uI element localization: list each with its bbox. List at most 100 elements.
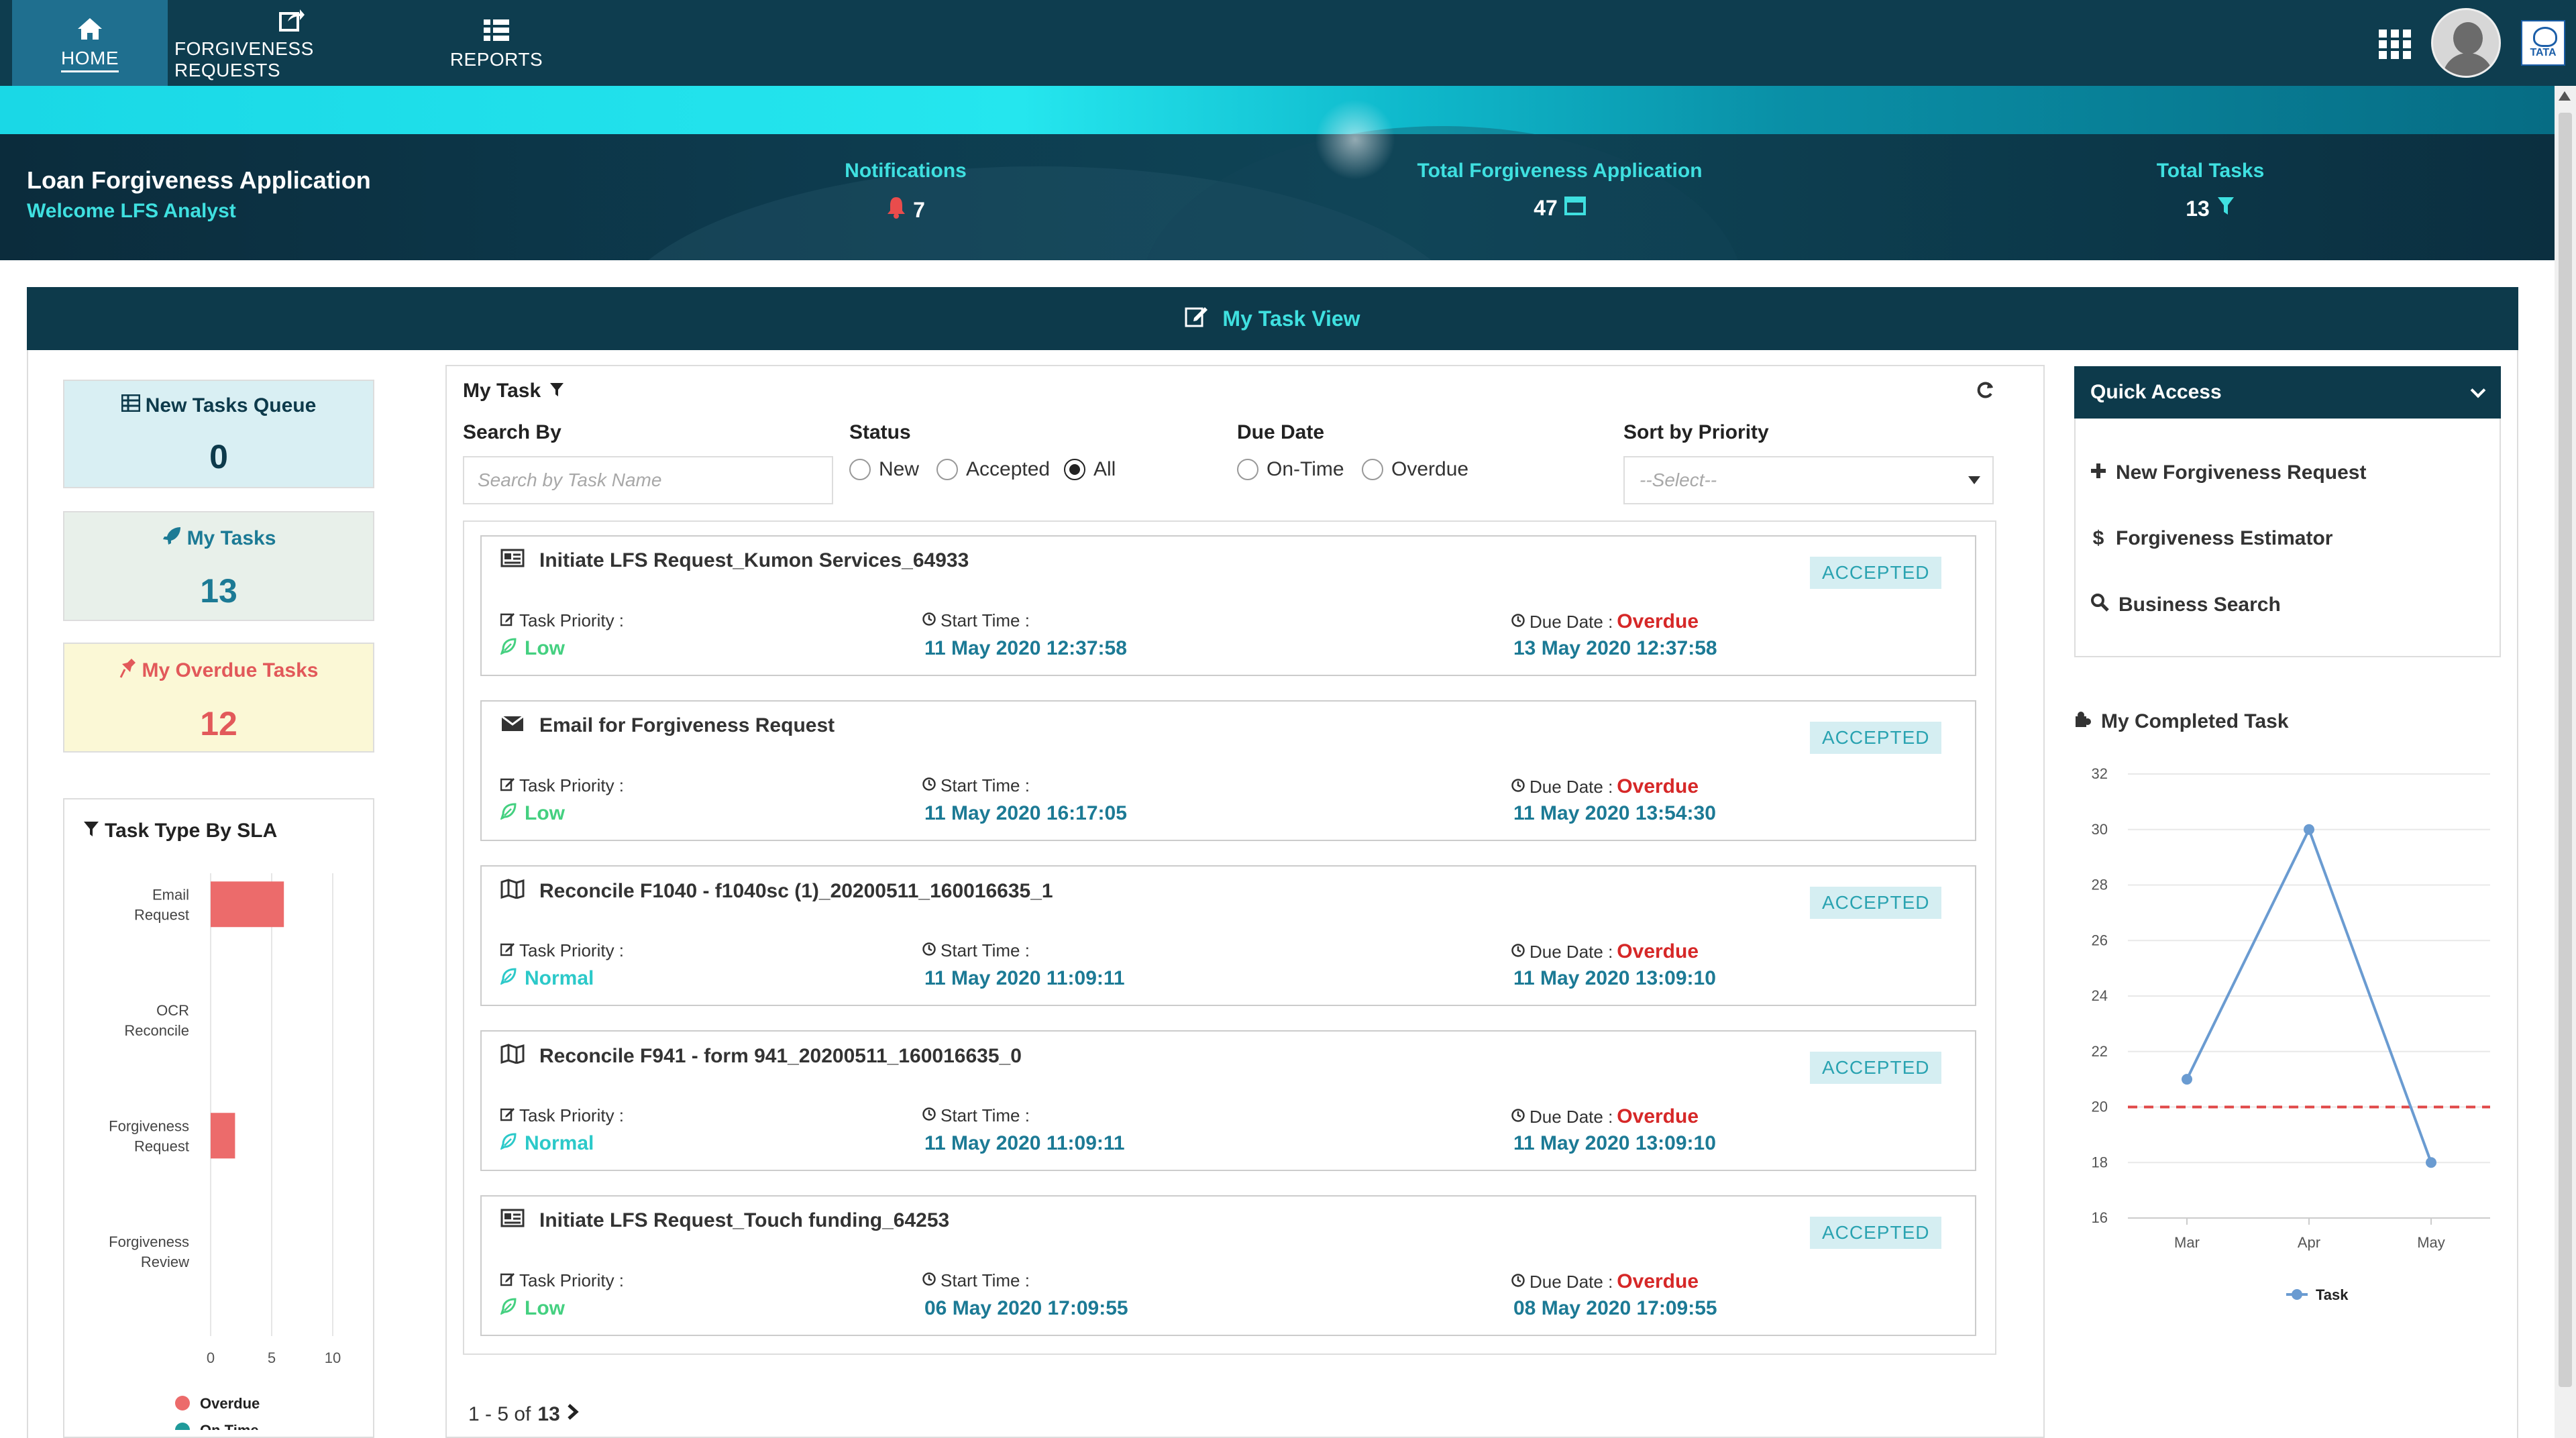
- chevron-down-icon: [1968, 476, 1980, 484]
- new-tasks-queue-value: 0: [209, 438, 228, 476]
- task-view-title: My Task View: [1222, 306, 1360, 331]
- task-card[interactable]: Initiate LFS Request_Kumon Services_6493…: [480, 535, 1976, 676]
- quick-link-forgiveness-estimator[interactable]: $ Forgiveness Estimator: [2090, 527, 2333, 550]
- envelope-icon: [500, 714, 525, 738]
- due-radio-ontime[interactable]: On-Time: [1237, 456, 1344, 483]
- sla-legend-marker: [175, 1396, 190, 1411]
- new-tasks-queue-card[interactable]: New Tasks Queue 0: [63, 380, 374, 488]
- clock-icon: [1511, 777, 1525, 797]
- clock-icon: [922, 940, 936, 961]
- leaf-icon: [500, 802, 518, 825]
- nav-home[interactable]: HOME: [12, 0, 168, 86]
- window-icon: [1564, 196, 1586, 221]
- stat-notifications-label: Notifications: [845, 160, 967, 182]
- task-title[interactable]: Initiate LFS Request_Touch funding_64253: [500, 1209, 949, 1233]
- leaf-icon: [500, 967, 518, 990]
- edit-icon: [500, 1105, 515, 1126]
- task-due-date: 11 May 2020 13:09:10: [1513, 1132, 1716, 1154]
- task-priority-text: Normal: [525, 1132, 594, 1154]
- leaf-icon: [500, 1297, 518, 1320]
- task-title[interactable]: Reconcile F941 - form 941_20200511_16001…: [500, 1044, 1022, 1069]
- stat-notifications[interactable]: Notifications 7: [832, 160, 979, 224]
- quick-access-header[interactable]: Quick Access: [2074, 366, 2501, 419]
- status-radio-all-label: All: [1093, 458, 1116, 480]
- ct-y-tick: 24: [2092, 987, 2108, 1004]
- stat-total-applications[interactable]: Total Forgiveness Application 47: [1395, 160, 1724, 221]
- filter-icon: [2216, 196, 2235, 221]
- clock-icon: [922, 775, 936, 796]
- sla-bar-overdue: [211, 1113, 235, 1159]
- leaf-icon: [500, 1132, 518, 1155]
- task-due-date: 13 May 2020 12:37:58: [1513, 637, 1717, 659]
- task-priority-value: Low: [500, 802, 565, 825]
- task-due-status: Overdue: [1617, 1105, 1699, 1127]
- task-card[interactable]: Email for Forgiveness Request ACCEPTED Tas…: [480, 700, 1976, 841]
- scrollbar-thumb[interactable]: [2559, 113, 2572, 1387]
- ct-y-tick: 30: [2092, 821, 2108, 838]
- search-input[interactable]: [463, 456, 833, 504]
- sla-category-label: Request: [134, 906, 189, 923]
- task-priority-label-text: Task Priority :: [519, 775, 625, 795]
- avatar[interactable]: [2431, 8, 2501, 78]
- task-card[interactable]: Reconcile F941 - form 941_20200511_16001…: [480, 1030, 1976, 1171]
- top-nav: HOME FORGIVENESS REQUESTS REPORTS TATA: [0, 0, 2576, 86]
- task-start-label-text: Start Time :: [941, 1105, 1030, 1125]
- pager-range: 1 - 5 of: [468, 1403, 531, 1425]
- status-radio-new[interactable]: New: [849, 456, 919, 483]
- ct-x-tick: Mar: [2174, 1234, 2200, 1251]
- table-icon: [121, 394, 141, 417]
- apps-grid-icon[interactable]: [2379, 30, 2411, 59]
- task-title[interactable]: Email for Forgiveness Request: [500, 714, 835, 738]
- task-due-label-text: Due Date :: [1529, 941, 1613, 962]
- nav-home-label: HOME: [61, 48, 119, 72]
- task-priority-value: Low: [500, 637, 565, 660]
- chevron-right-icon[interactable]: [567, 1403, 579, 1426]
- due-radio-overdue-label: Overdue: [1391, 458, 1469, 480]
- task-start-label: Start Time :: [922, 775, 1030, 796]
- task-priority-text: Low: [525, 637, 565, 659]
- filter-icon[interactable]: [549, 380, 564, 403]
- task-view-header: My Task View: [27, 287, 2518, 350]
- status-radio-accepted[interactable]: Accepted: [936, 456, 1050, 483]
- stat-total-tasks[interactable]: Total Tasks 13: [2133, 160, 2288, 221]
- my-overdue-tasks-value: 12: [200, 705, 237, 742]
- ct-x-tick: Apr: [2298, 1234, 2320, 1251]
- sort-priority-label: Sort by Priority: [1623, 421, 1769, 443]
- status-radio-all[interactable]: All: [1064, 456, 1116, 483]
- task-title[interactable]: Initiate LFS Request_Kumon Services_6493…: [500, 549, 969, 573]
- nav-forgiveness-requests[interactable]: FORGIVENESS REQUESTS: [174, 0, 409, 86]
- task-due-label-text: Due Date :: [1529, 1271, 1613, 1292]
- task-start-label-text: Start Time :: [941, 610, 1030, 630]
- task-start-label: Start Time :: [922, 1105, 1030, 1126]
- sla-legend-label: On Time: [200, 1422, 259, 1430]
- scroll-up-icon[interactable]: [2559, 91, 2571, 101]
- sla-title: Task Type By SLA: [83, 820, 277, 843]
- task-due-label: Due Date : Overdue: [1511, 610, 1699, 633]
- puzzle-icon: [2074, 710, 2093, 734]
- my-overdue-tasks-card[interactable]: My Overdue Tasks 12: [63, 643, 374, 753]
- task-card[interactable]: Reconcile F1040 - f1040sc (1)_20200511_1…: [480, 865, 1976, 1006]
- refresh-icon[interactable]: [1975, 380, 1995, 406]
- sla-category-label: Forgiveness: [109, 1233, 189, 1250]
- task-due-label: Due Date : Overdue: [1511, 775, 1699, 798]
- task-start-label: Start Time :: [922, 940, 1030, 961]
- app-title: Loan Forgiveness Application: [27, 166, 371, 194]
- edit-icon: [500, 940, 515, 961]
- my-tasks-card[interactable]: My Tasks 13: [63, 511, 374, 621]
- quick-link-business-search[interactable]: Business Search: [2090, 593, 2281, 617]
- task-title[interactable]: Reconcile F1040 - f1040sc (1)_20200511_1…: [500, 879, 1053, 904]
- sla-x-tick: 10: [325, 1349, 341, 1366]
- task-priority-label: Task Priority :: [500, 775, 624, 796]
- task-type-sla-panel: Task Type By SLA 0 5 10 Email Request OCR Reco…: [63, 798, 374, 1438]
- stat-total-applications-value: 47: [1534, 196, 1558, 220]
- search-by-label: Search By: [463, 421, 561, 443]
- status-badge: ACCEPTED: [1810, 1052, 1942, 1084]
- sort-priority-select[interactable]: --Select--: [1623, 456, 1994, 504]
- due-radio-overdue[interactable]: Overdue: [1362, 456, 1468, 483]
- task-due-label-text: Due Date :: [1529, 1106, 1613, 1127]
- task-card[interactable]: Initiate LFS Request_Touch funding_64253…: [480, 1195, 1976, 1336]
- sla-category-label: Review: [141, 1254, 189, 1270]
- nav-reports[interactable]: REPORTS: [429, 0, 564, 86]
- quick-link-new-forgiveness-request[interactable]: New Forgiveness Request: [2090, 461, 2366, 484]
- task-due-label: Due Date : Overdue: [1511, 940, 1699, 963]
